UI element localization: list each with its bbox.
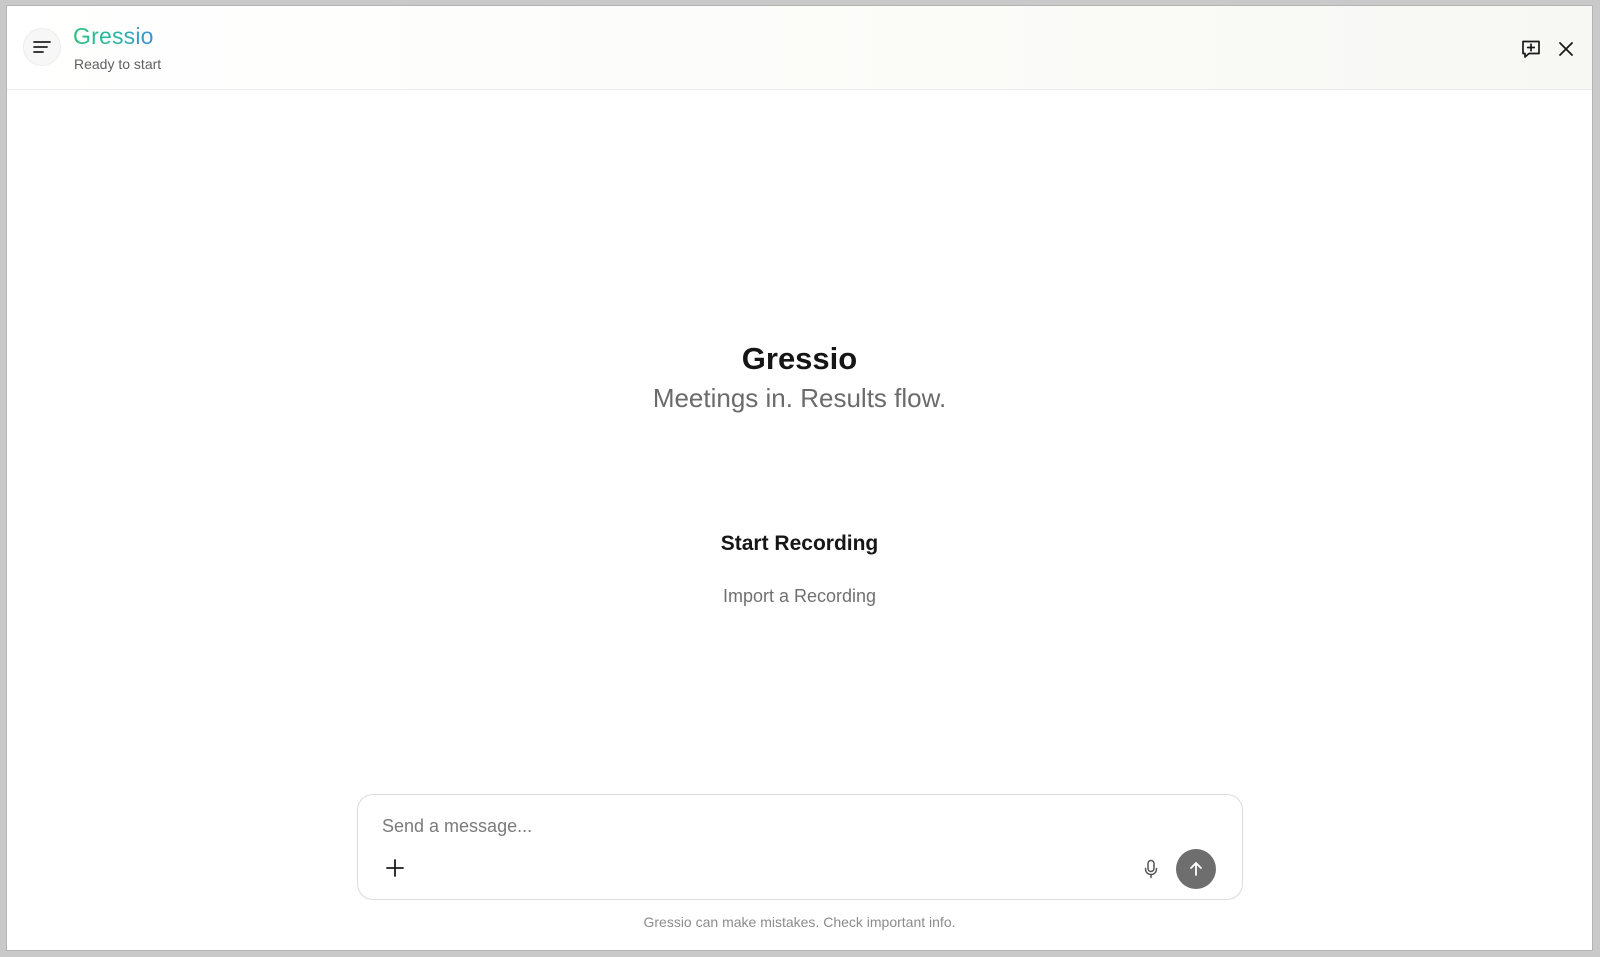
plus-icon (386, 859, 404, 877)
new-chat-button[interactable] (1518, 36, 1544, 62)
microphone-icon (1144, 859, 1158, 879)
voice-input-button[interactable] (1139, 856, 1163, 882)
start-recording-container: Start Recording (7, 532, 1592, 556)
hero-tagline: Meetings in. Results flow. (652, 383, 947, 413)
arrow-up-icon (1190, 862, 1202, 876)
close-button[interactable] (1553, 36, 1579, 62)
close-icon (1559, 42, 1573, 56)
disclaimer-text: Gressio can make mistakes. Check importa… (643, 914, 956, 930)
send-button[interactable] (1176, 849, 1216, 889)
hero-title: Gressio (741, 341, 858, 376)
menu-button[interactable] (23, 28, 61, 66)
app-brand-name: Gressio (73, 23, 154, 49)
attach-button[interactable] (382, 855, 408, 881)
message-composer (357, 794, 1243, 900)
status-text: Ready to start (74, 56, 162, 72)
header: Gressio Ready to start (7, 6, 1592, 90)
new-chat-icon (1522, 40, 1540, 58)
start-recording-button[interactable]: Start Recording (721, 532, 879, 555)
menu-icon (33, 41, 51, 53)
app-window: Gressio Ready to start Gressio Meetings … (6, 5, 1593, 951)
import-recording-link[interactable]: Import a Recording (723, 586, 876, 606)
message-input[interactable] (382, 811, 1142, 841)
import-recording-container: Import a Recording (7, 586, 1592, 607)
